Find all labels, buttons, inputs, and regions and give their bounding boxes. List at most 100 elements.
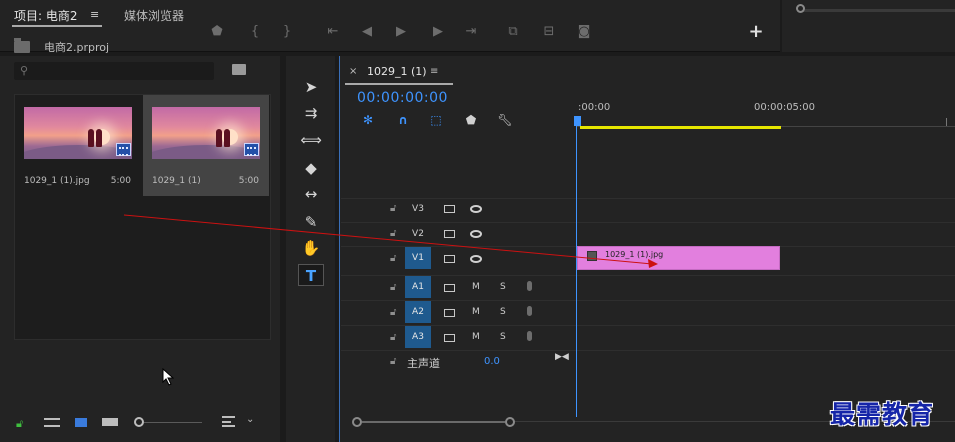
nest-icon[interactable]: ✻ <box>360 113 376 127</box>
watermark-logo: 最需教育 <box>830 400 935 429</box>
lock-icon[interactable]: 🔓︎ <box>16 417 23 431</box>
ripple-edit-tool-icon[interactable]: ⟺ <box>298 129 324 151</box>
razor-tool-icon[interactable]: ◆ <box>298 157 324 179</box>
sync-lock-icon[interactable] <box>444 309 455 317</box>
chevron-down-icon[interactable]: ⌄ <box>246 414 254 425</box>
snap-magnet-icon[interactable]: ∩ <box>395 113 411 127</box>
top-scroll-track[interactable] <box>800 9 955 12</box>
insert-icon[interactable]: ⧉ <box>503 22 523 42</box>
bowtie-icon[interactable]: ▶◀ <box>555 352 569 362</box>
selection-tool-icon[interactable]: ➤ <box>298 76 324 98</box>
scroll-handle-right[interactable] <box>505 417 515 427</box>
export-frame-icon[interactable]: ◙ <box>574 22 594 42</box>
microphone-icon[interactable] <box>527 331 532 341</box>
slip-tool-icon[interactable]: ↔ <box>298 183 324 205</box>
eye-icon[interactable] <box>470 255 482 263</box>
playhead-handle[interactable] <box>574 116 581 126</box>
project-item-selected[interactable]: 1029_1 (1) 5:00 <box>143 95 269 196</box>
track-lock-icon[interactable]: 🔓︎ <box>390 332 396 343</box>
step-forward-icon[interactable]: ▶ <box>428 22 448 42</box>
sequence-tab[interactable]: 1029_1 (1) <box>367 65 427 78</box>
project-item[interactable]: 1029_1 (1).jpg 5:00 <box>15 95 141 196</box>
track-label-v1[interactable]: V1 <box>405 247 431 269</box>
go-to-in-icon[interactable]: ⇤ <box>323 22 343 42</box>
tab-media-browser[interactable]: 媒体浏览器 <box>124 7 184 24</box>
scroll-handle-left[interactable] <box>352 417 362 427</box>
track-row-v3[interactable] <box>341 198 955 222</box>
microphone-icon[interactable] <box>527 281 532 291</box>
add-marker-icon[interactable]: ⬟ <box>463 113 479 127</box>
eye-icon[interactable] <box>470 230 482 238</box>
clip-name: 1029_1 (1).jpg <box>24 176 90 186</box>
play-icon[interactable]: ▶ <box>391 22 411 42</box>
mute-button[interactable]: M <box>472 332 480 342</box>
tab-project[interactable]: 项目: 电商2 <box>14 7 78 24</box>
clip-duration: 5:00 <box>110 176 131 186</box>
linked-selection-icon[interactable]: ⬚ <box>428 113 444 127</box>
track-select-tool-icon[interactable]: ⇉ <box>298 102 324 124</box>
sort-icon[interactable] <box>222 416 235 427</box>
fx-icon <box>587 251 597 261</box>
step-back-icon[interactable]: ◀ <box>357 22 377 42</box>
pen-tool-icon[interactable]: ✎ <box>298 211 324 233</box>
panel-menu-icon[interactable]: ≡ <box>430 66 438 77</box>
list-view-icon[interactable] <box>44 418 60 427</box>
track-lock-icon[interactable]: 🔓︎ <box>390 307 396 318</box>
mark-in-icon[interactable]: { <box>245 22 265 42</box>
master-track-label: 主声道 <box>407 357 440 370</box>
marker-icon[interactable]: ⬟ <box>207 22 227 42</box>
eye-icon[interactable] <box>470 205 482 213</box>
track-lock-icon[interactable]: 🔓︎ <box>390 203 396 214</box>
track-label-v3[interactable]: V3 <box>405 198 431 220</box>
overwrite-icon[interactable]: ⊟ <box>539 22 559 42</box>
mute-button[interactable]: M <box>472 282 480 292</box>
mark-out-icon[interactable]: } <box>277 22 297 42</box>
track-lock-icon[interactable]: 🔓︎ <box>390 228 396 239</box>
track-row-v2[interactable] <box>341 222 955 246</box>
timeline-scrollbar[interactable] <box>362 421 505 423</box>
add-button[interactable]: + <box>746 22 766 42</box>
solo-button[interactable]: S <box>500 332 506 342</box>
track-lock-icon[interactable]: 🔓︎ <box>390 253 396 264</box>
freeform-view-icon[interactable] <box>102 418 118 426</box>
track-row-a2[interactable] <box>341 300 955 324</box>
type-tool-icon[interactable]: T <box>298 264 324 286</box>
mouse-cursor <box>162 368 174 386</box>
timeline-clip-label: 1029_1 (1).jpg <box>605 250 664 259</box>
work-area-bar[interactable] <box>580 126 781 129</box>
ruler-tick <box>946 118 947 126</box>
solo-button[interactable]: S <box>500 307 506 317</box>
sync-lock-icon[interactable] <box>444 205 455 213</box>
top-scroll-handle[interactable] <box>796 4 805 13</box>
source-panel-edge <box>782 0 955 52</box>
track-row-a3[interactable] <box>341 325 955 349</box>
track-lock-icon[interactable]: 🔓︎ <box>390 282 396 293</box>
hand-tool-icon[interactable]: ✋ <box>298 237 324 259</box>
master-volume-value[interactable]: 0.0 <box>484 356 500 367</box>
track-label-a2[interactable]: A2 <box>405 301 431 323</box>
new-search-bin-icon[interactable] <box>232 64 246 75</box>
sync-lock-icon[interactable] <box>444 334 455 342</box>
zoom-slider-track[interactable] <box>144 422 202 423</box>
mute-button[interactable]: M <box>472 307 480 317</box>
close-icon[interactable]: × <box>349 66 357 77</box>
solo-button[interactable]: S <box>500 282 506 292</box>
tab-underline <box>12 25 102 27</box>
sync-lock-icon[interactable] <box>444 230 455 238</box>
icon-view-icon[interactable] <box>75 418 87 427</box>
track-label-a1[interactable]: A1 <box>405 276 431 298</box>
timecode-display[interactable]: 00:00:00:00 <box>357 90 448 106</box>
track-label-a3[interactable]: A3 <box>405 326 431 348</box>
search-icon: ⚲ <box>20 64 29 77</box>
microphone-icon[interactable] <box>527 306 532 316</box>
sync-lock-icon[interactable] <box>444 255 455 263</box>
sync-lock-icon[interactable] <box>444 284 455 292</box>
track-row-a1[interactable] <box>341 275 955 299</box>
go-to-out-icon[interactable]: ⇥ <box>461 22 481 42</box>
track-label-v2[interactable]: V2 <box>405 223 431 245</box>
track-lock-icon[interactable]: 🔓︎ <box>390 356 396 367</box>
zoom-slider-handle[interactable] <box>134 417 144 427</box>
search-input[interactable] <box>14 62 214 80</box>
panel-menu-icon[interactable]: ≡ <box>90 8 100 21</box>
wrench-icon[interactable]: 🔧︎ <box>497 113 513 127</box>
